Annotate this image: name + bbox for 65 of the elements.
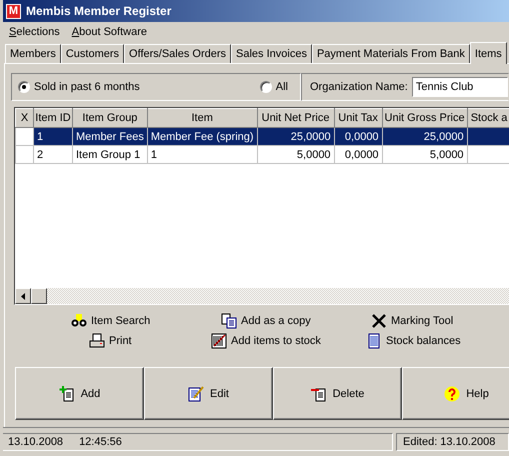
- tool-link[interactable]: Item Search: [91, 315, 150, 327]
- scroll-thumb[interactable]: [31, 288, 47, 304]
- cross-icon: [371, 313, 387, 329]
- organization-label: Organization Name:: [310, 81, 408, 93]
- tool-link[interactable]: Add items to stock: [231, 335, 321, 347]
- tab[interactable]: Sales Invoices: [231, 44, 312, 63]
- tab[interactable]: Items: [470, 42, 507, 64]
- remove-document-icon: [310, 386, 327, 402]
- table-cell: 5,0000: [382, 146, 468, 164]
- horizontal-scrollbar[interactable]: [15, 288, 509, 304]
- action-button[interactable]: Edit: [144, 367, 273, 420]
- radio-label: All: [276, 81, 288, 93]
- status-edited: Edited: 13.10.2008: [403, 436, 496, 448]
- printer-icon: [89, 333, 105, 349]
- column-header[interactable]: Unit Gross Price: [382, 108, 468, 128]
- menu-item[interactable]: About Software: [72, 26, 147, 38]
- status-date: 13.10.2008: [8, 436, 64, 448]
- column-header[interactable]: Item: [147, 108, 258, 128]
- action-button[interactable]: Help: [402, 367, 509, 420]
- column-header[interactable]: Item ID: [34, 108, 72, 128]
- column-header[interactable]: Item Group: [72, 108, 148, 128]
- table-cell: Member Fee (spring): [147, 128, 258, 146]
- tab[interactable]: Members: [5, 44, 61, 63]
- table-cell: 1: [147, 146, 258, 164]
- radio-button[interactable]: [260, 81, 272, 93]
- status-time: 12:45:56: [79, 436, 122, 448]
- list-icon: [366, 333, 382, 349]
- copy-icon: [221, 313, 237, 329]
- table-cell: 1: [34, 128, 72, 146]
- table-cell: 0,0000: [334, 146, 382, 164]
- left-arrow-icon: [21, 292, 25, 300]
- menu-item[interactable]: Selections: [9, 26, 60, 38]
- table-cell: 2: [34, 146, 72, 164]
- tool-link[interactable]: Marking Tool: [391, 315, 454, 327]
- organization-field[interactable]: Tennis Club: [412, 77, 508, 97]
- tab[interactable]: Payment Materials From Bank: [312, 44, 470, 63]
- column-header[interactable]: Stock a: [467, 108, 509, 128]
- table-cell: [467, 128, 509, 146]
- table-cell: Item Group 1: [72, 146, 148, 164]
- radio-button[interactable]: [18, 81, 30, 93]
- tool-link[interactable]: Print: [109, 335, 132, 347]
- row-selector[interactable]: [16, 128, 34, 146]
- table-cell: 25,0000: [382, 128, 468, 146]
- column-header[interactable]: Unit Net Price: [257, 108, 334, 128]
- table-cell: 5,0000: [257, 146, 334, 164]
- radio-label: Sold in past 6 months: [34, 81, 140, 93]
- help-icon: [444, 386, 460, 402]
- table-cell: 0,0000: [334, 128, 382, 146]
- action-button[interactable]: Add: [15, 367, 144, 420]
- tab[interactable]: Offers/Sales Orders: [124, 44, 232, 63]
- edit-icon: [188, 386, 204, 402]
- add-document-icon: [58, 386, 75, 402]
- tab[interactable]: Customers: [60, 44, 124, 63]
- table-cell: Member Fees: [72, 128, 148, 146]
- barcode-icon: [211, 333, 227, 349]
- tool-link[interactable]: Stock balances: [386, 335, 461, 347]
- action-button[interactable]: Delete: [273, 367, 402, 420]
- table-cell: 25,0000: [257, 128, 334, 146]
- tool-link[interactable]: Add as a copy: [241, 315, 311, 327]
- binoculars-icon: [71, 313, 87, 329]
- column-header[interactable]: Unit Tax: [334, 108, 382, 128]
- app-logo: M: [6, 4, 21, 18]
- scroll-left-button[interactable]: [15, 288, 31, 304]
- column-header[interactable]: X: [16, 108, 34, 128]
- window-title: Membis Member Register: [26, 4, 172, 18]
